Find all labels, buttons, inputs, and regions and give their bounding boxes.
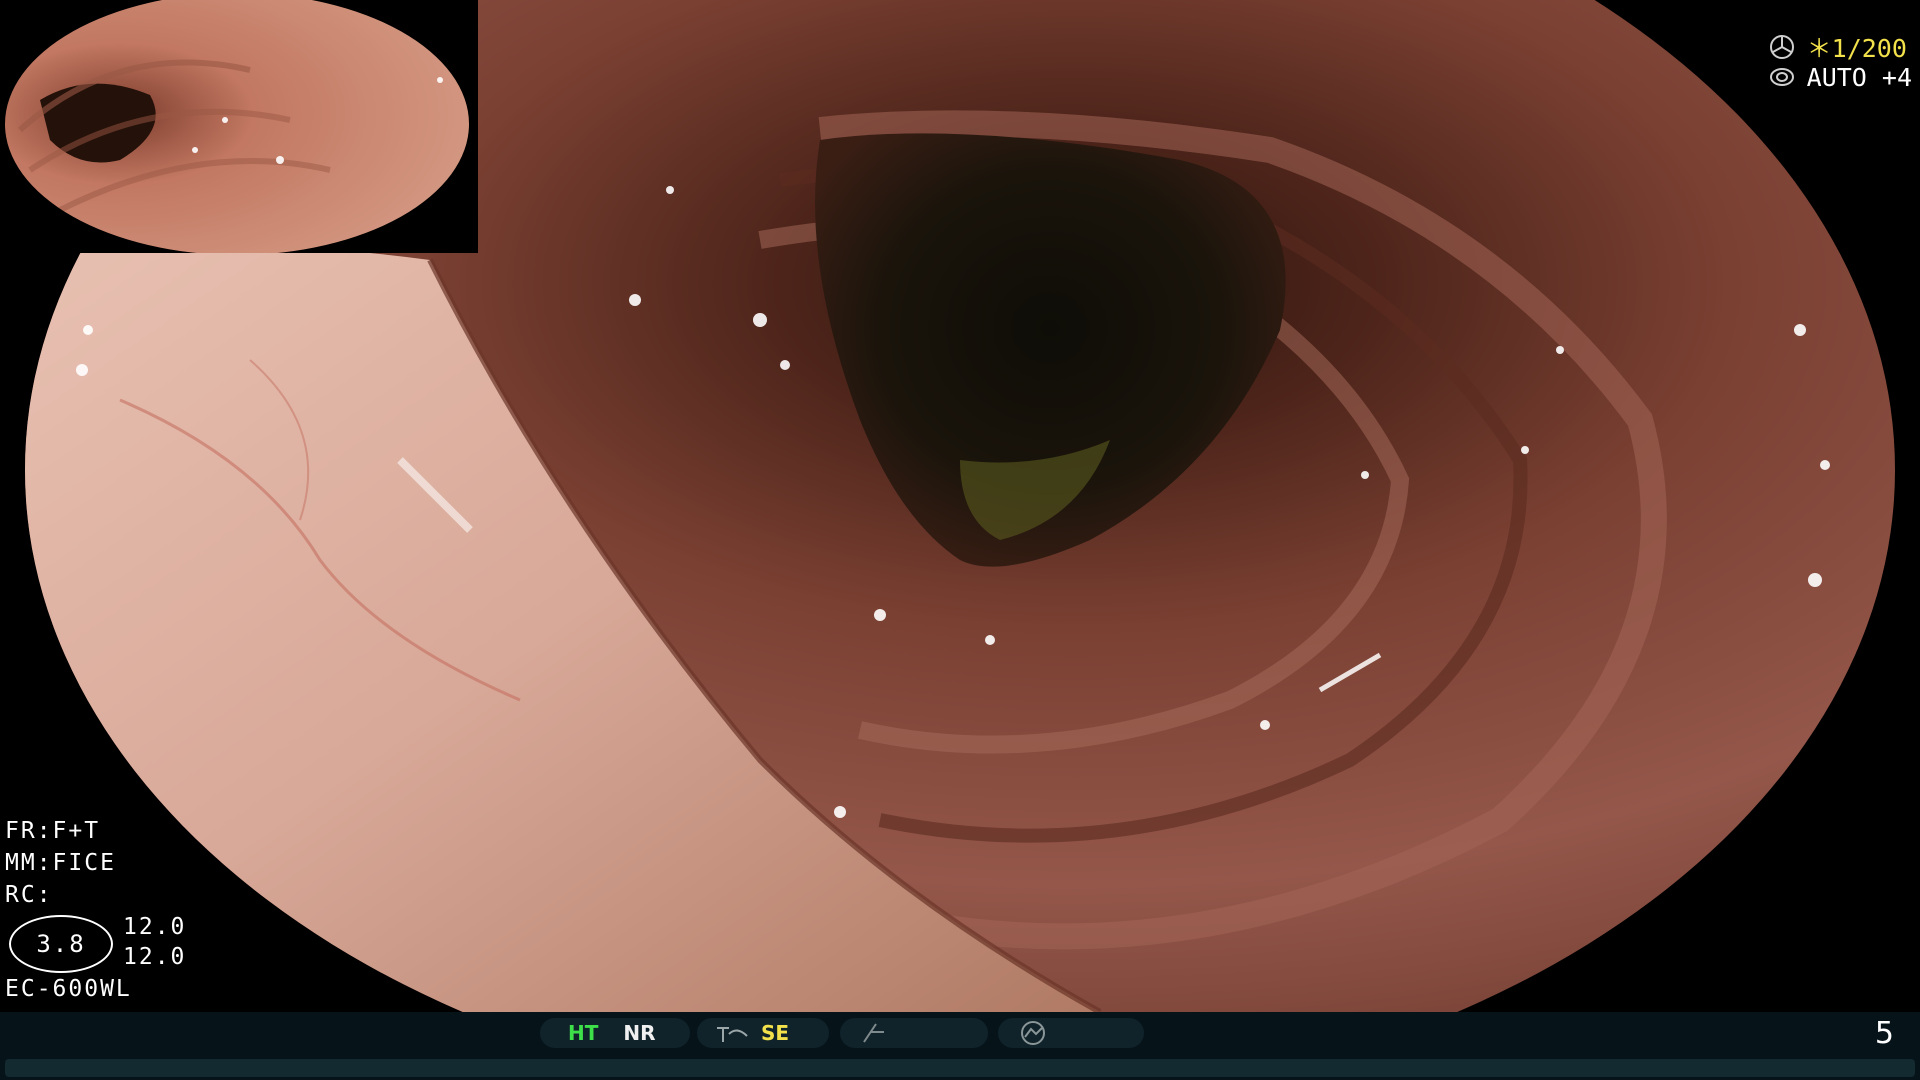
zoom-readout-1: 12.0 — [123, 914, 187, 940]
frame-mode: FR:F+T — [5, 818, 101, 844]
ht-nr-indicator: HT NR — [540, 1018, 690, 1048]
iris-icon — [1769, 68, 1794, 86]
shutter-icon — [1769, 35, 1794, 59]
page-number: 5 — [1874, 1016, 1894, 1051]
zoom-block: 3.8 12.0 12.0 — [5, 911, 184, 973]
rc-setting: RC: — [5, 882, 53, 908]
zoom-readout-2: 12.0 — [123, 944, 187, 970]
iris-value: AUTO +4 — [1806, 62, 1912, 92]
zoom-value: 3.8 — [9, 915, 113, 973]
structure-enhance-icon — [717, 1027, 748, 1042]
progress-track — [5, 1059, 1915, 1077]
color-enhance-indicator — [840, 1018, 988, 1048]
shutter-value: ＊1/200 — [1806, 34, 1907, 63]
structure-enhance-indicator: SE — [697, 1018, 829, 1048]
pip-thumbnail — [0, 0, 478, 253]
nr-label: NR — [623, 1021, 656, 1045]
exposure-readout: ＊1/200 AUTO +4 — [1767, 32, 1912, 92]
shutter-row: ＊1/200 — [1767, 32, 1912, 63]
color-enhance-icon — [863, 1023, 884, 1043]
se-label: SE — [761, 1021, 790, 1045]
iris-row: AUTO +4 — [1767, 62, 1912, 92]
procedure-info: FR:F+T MM:FICE RC: 3.8 12.0 12.0 EC-600W… — [5, 815, 184, 1005]
record-indicator — [998, 1018, 1144, 1048]
record-icon — [1021, 1021, 1045, 1045]
ht-label: HT — [568, 1021, 599, 1045]
status-bar: HT NR SE — [0, 1012, 1920, 1080]
scope-model: EC-600WL — [5, 976, 132, 1002]
mode-setting: MM:FICE — [5, 850, 116, 876]
